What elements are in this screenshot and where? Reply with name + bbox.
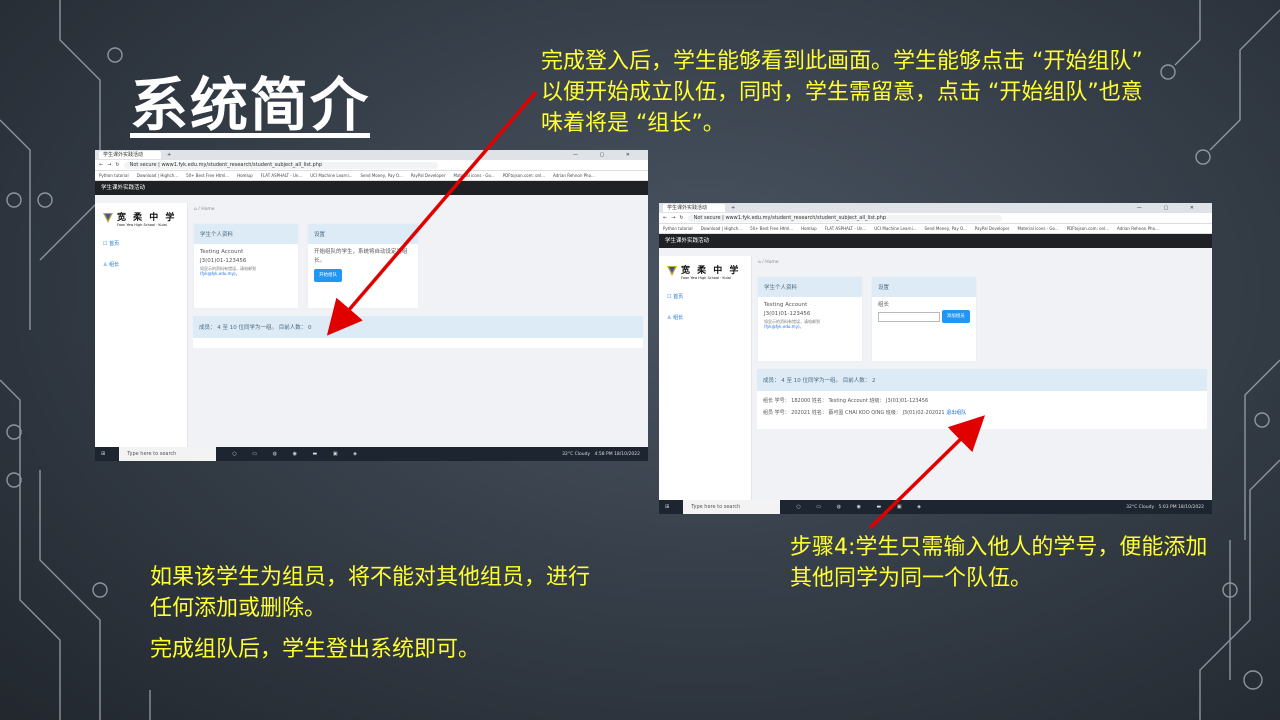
arrow-to-member-count bbox=[326, 90, 538, 336]
arrow-to-member-row bbox=[868, 415, 985, 530]
annotation-arrows bbox=[326, 90, 985, 530]
